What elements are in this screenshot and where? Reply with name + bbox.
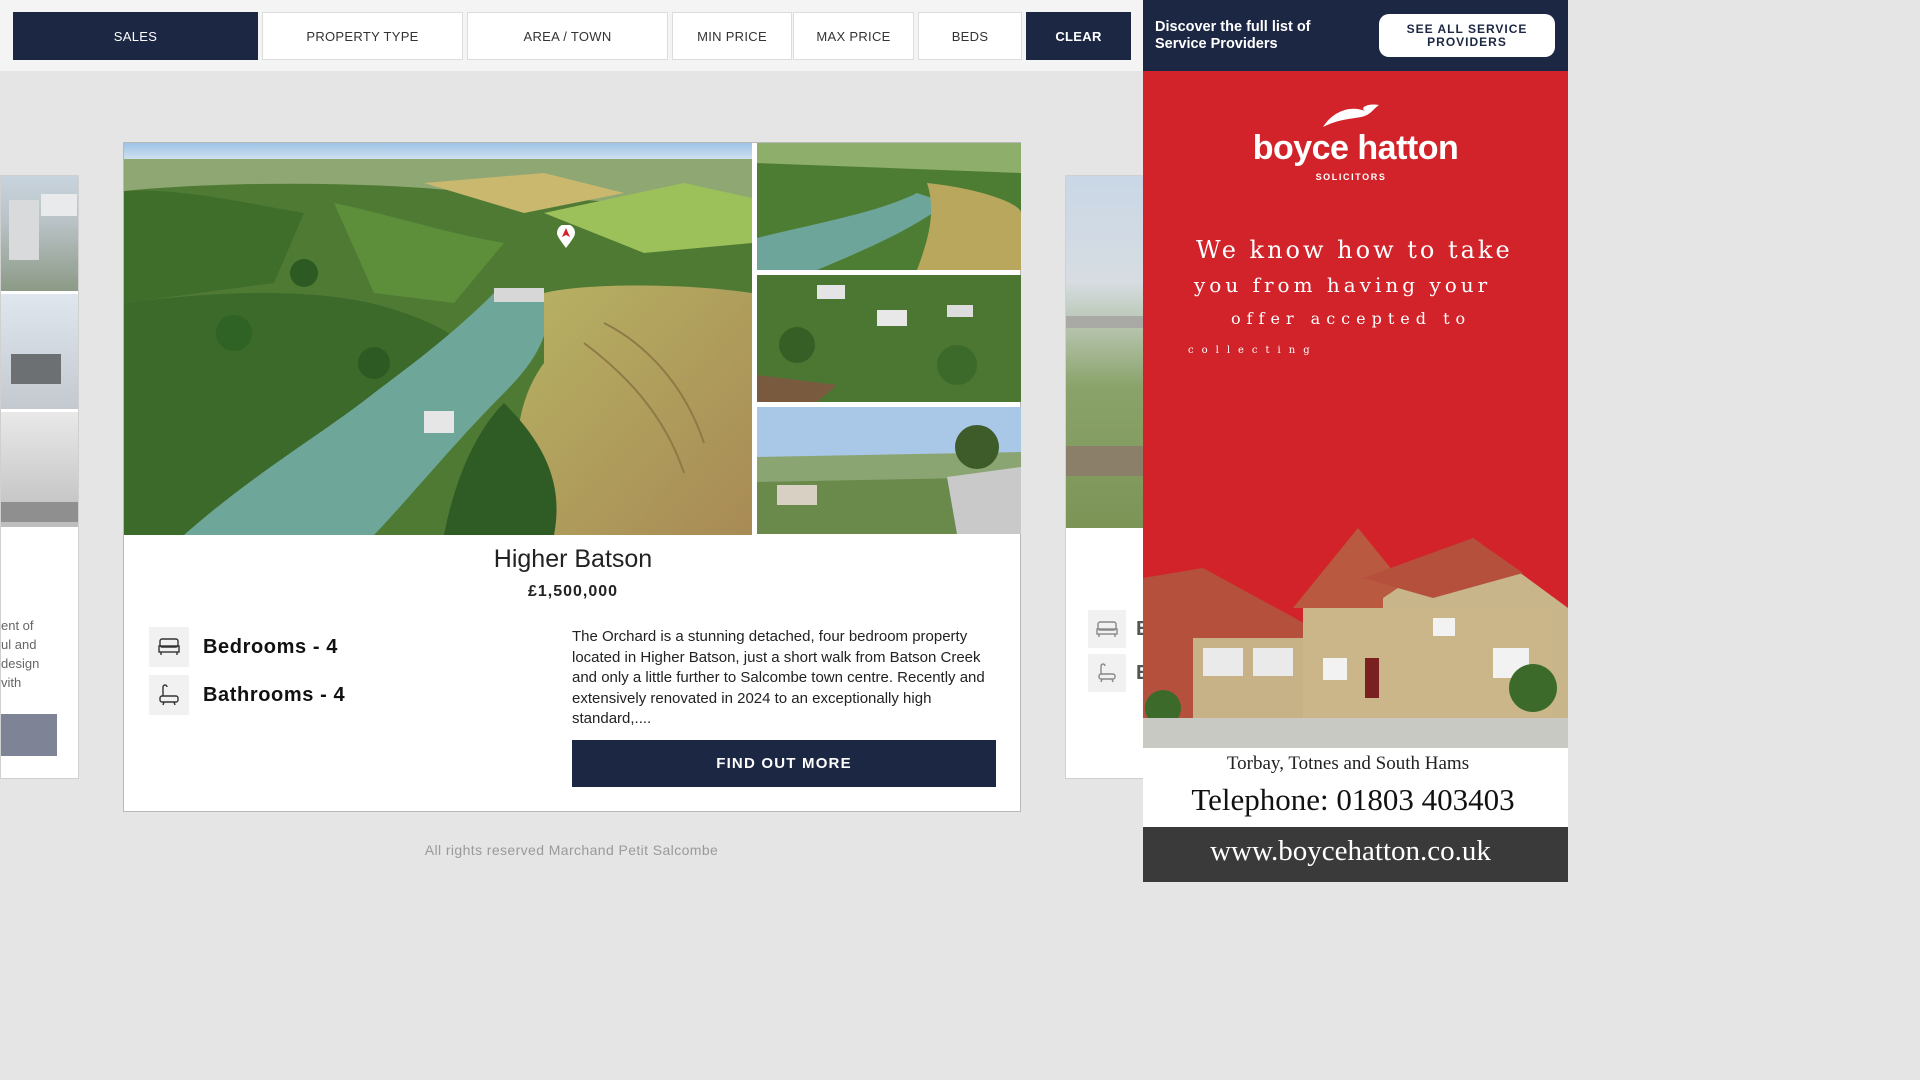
service-providers-banner: Discover the full list of Service Provid… bbox=[1143, 0, 1568, 71]
listing-photo bbox=[1, 294, 78, 409]
listing-thumbnail[interactable] bbox=[757, 275, 1021, 402]
see-all-service-providers-button[interactable]: SEE ALL SERVICE PROVIDERS bbox=[1379, 14, 1555, 57]
ad-url[interactable]: www.boycehatton.co.uk bbox=[1143, 835, 1558, 868]
listing-photo bbox=[1, 412, 78, 527]
beds-filter[interactable]: BEDS bbox=[918, 12, 1022, 60]
service-providers-text: Discover the full list of Service Provid… bbox=[1155, 19, 1311, 52]
main-listing-photo[interactable] bbox=[124, 143, 752, 535]
ad-region: Torbay, Totnes and South Hams bbox=[1226, 753, 1470, 774]
ad-brand-subtitle: SOLICITORS bbox=[1315, 172, 1387, 182]
ad-url-bar: www.boycehatton.co.uk bbox=[1143, 827, 1568, 882]
footer-copyright: All rights reserved Marchand Petit Salco… bbox=[424, 842, 719, 858]
ad-house-photo bbox=[1143, 518, 1568, 748]
listing-description-fragment: ent of ul and design vith bbox=[1, 618, 40, 690]
min-price-filter[interactable]: MIN PRICE bbox=[672, 12, 792, 60]
next-listing-card[interactable]: E E bbox=[1065, 175, 1145, 779]
area-town-filter[interactable]: AREA / TOWN bbox=[467, 12, 668, 60]
bathrooms-label: Bathrooms - 4 bbox=[203, 683, 346, 706]
max-price-filter[interactable]: MAX PRICE bbox=[793, 12, 914, 60]
bed-icon bbox=[1088, 610, 1126, 648]
bathrooms-feature: Bathrooms - 4 bbox=[149, 675, 345, 715]
listing-description: The Orchard is a stunning detached, four… bbox=[572, 628, 985, 727]
ad-slogan-line: We know how to take bbox=[1196, 236, 1513, 264]
find-out-more-button[interactable] bbox=[1, 714, 57, 756]
bedrooms-feature: Bedrooms - 4 bbox=[149, 627, 338, 667]
listing-card[interactable]: Higher Batson £1,500,000 Bedrooms - 4 Ba… bbox=[123, 142, 1021, 812]
bath-icon bbox=[1088, 654, 1126, 692]
swoosh-logo-icon bbox=[1321, 101, 1383, 131]
sales-filter-button[interactable]: SALES bbox=[13, 12, 258, 60]
previous-listing-card[interactable]: ent of ul and design vith bbox=[0, 175, 79, 779]
ad-slogan-line: collecting bbox=[1188, 345, 1318, 356]
ad-slogan-line: you from having your bbox=[1194, 273, 1492, 297]
ad-brand-name: boyce hatton bbox=[1252, 129, 1459, 167]
property-type-filter[interactable]: PROPERTY TYPE bbox=[262, 12, 463, 60]
listing-thumbnail[interactable] bbox=[757, 143, 1021, 270]
listing-price: £1,500,000 bbox=[527, 583, 619, 600]
bathrooms-feature: E bbox=[1088, 654, 1144, 692]
bath-icon bbox=[149, 675, 189, 715]
listing-thumbnail[interactable] bbox=[757, 407, 1021, 534]
filter-bar: SALES PROPERTY TYPE AREA / TOWN MIN PRIC… bbox=[0, 0, 1143, 71]
find-out-more-button[interactable]: FIND OUT MORE bbox=[572, 740, 996, 787]
ad-slogan-line: offer accepted to bbox=[1231, 309, 1472, 328]
listing-title: Higher Batson bbox=[493, 545, 653, 573]
listing-photo bbox=[1, 176, 78, 291]
clear-filters-button[interactable]: CLEAR bbox=[1026, 12, 1131, 60]
bedrooms-label: Bedrooms - 4 bbox=[203, 635, 339, 658]
advertisement[interactable]: boyce hatton SOLICITORS We know how to t… bbox=[1143, 71, 1568, 882]
listing-photo bbox=[1066, 176, 1144, 528]
bed-icon bbox=[149, 627, 189, 667]
ad-phone: Telephone: 01803 403403 bbox=[1191, 782, 1515, 817]
bedrooms-feature: E bbox=[1088, 610, 1144, 648]
map-pin-icon bbox=[556, 224, 576, 249]
